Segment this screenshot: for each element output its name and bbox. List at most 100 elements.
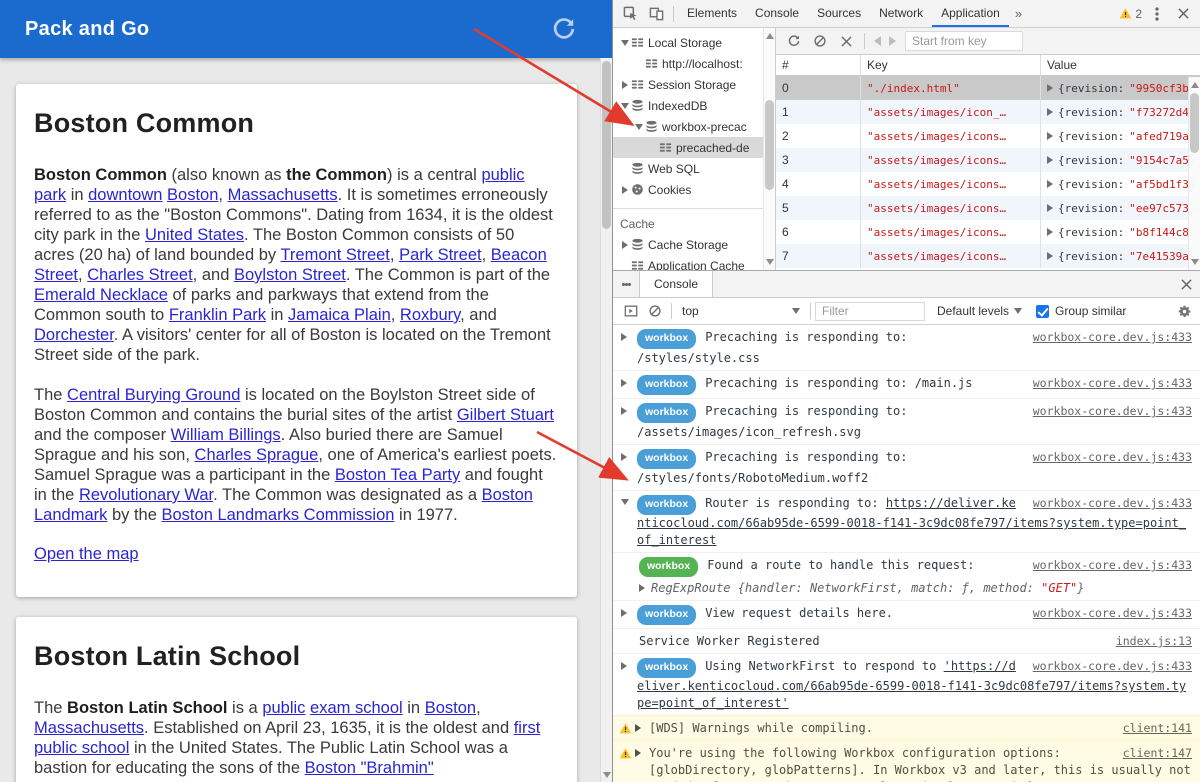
sidebar-item-web-sql[interactable]: Web SQL (613, 158, 775, 179)
refresh-icon[interactable] (550, 15, 578, 43)
expand-icon[interactable] (1047, 132, 1053, 140)
inline-link[interactable]: Emerald Necklace (34, 286, 168, 304)
column-header-value[interactable]: Value (1041, 55, 1200, 75)
inline-link[interactable]: Boston Landmarks Commission (162, 506, 395, 524)
refresh-icon[interactable] (782, 29, 806, 53)
inline-link[interactable]: downtown (88, 186, 162, 204)
tab-console[interactable]: Console (746, 0, 808, 27)
grid-row-6[interactable]: 6 "assets/images/icons… {revision: "b8f144… (776, 220, 1200, 244)
expand-icon[interactable] (621, 333, 627, 341)
inline-link[interactable]: Park Street (399, 246, 482, 264)
inline-link[interactable]: Charles Street (87, 266, 192, 284)
expand-icon[interactable] (635, 749, 641, 757)
expand-icon[interactable] (621, 609, 627, 617)
collapse-icon[interactable] (621, 102, 629, 109)
source-link[interactable]: workbox-core.dev.js:433 (1033, 449, 1192, 466)
source-link[interactable]: workbox-core.dev.js:433 (1033, 495, 1192, 512)
tab-sources[interactable]: Sources (808, 0, 870, 27)
inline-link[interactable]: exam school (310, 699, 403, 717)
scroll-up-arrow-icon[interactable] (1191, 82, 1199, 88)
expand-icon[interactable] (622, 185, 628, 194)
open-map-link[interactable]: Open the map (34, 545, 139, 564)
sidebar-item-local-storage[interactable]: Local Storage (613, 32, 775, 53)
warning-count-badge[interactable]: 2 (1119, 7, 1142, 21)
inline-link[interactable]: Massachusetts (34, 719, 144, 737)
expand-icon[interactable] (622, 80, 628, 89)
tab-elements[interactable]: Elements (678, 0, 746, 27)
more-tabs-icon[interactable]: » (1009, 6, 1028, 21)
inline-link[interactable]: Boston (167, 186, 218, 204)
inline-link[interactable]: public (262, 699, 305, 717)
grid-row-0[interactable]: 0 "./index.html" {revision: "9950cf3b4 (776, 76, 1200, 100)
column-header-key[interactable]: Key (861, 55, 1041, 75)
inline-link[interactable]: Roxbury (400, 306, 460, 324)
source-link[interactable]: workbox-core.dev.js:433 (1033, 403, 1192, 420)
tab-network[interactable]: Network (870, 0, 932, 27)
inline-link[interactable]: Boylston Street (234, 266, 346, 284)
inline-link[interactable]: Tremont Street (280, 246, 389, 264)
sidebar-item-cookies[interactable]: Cookies (613, 179, 775, 200)
expand-icon[interactable] (621, 379, 627, 387)
scrollbar-thumb[interactable] (765, 100, 774, 190)
previous-page-icon[interactable] (874, 36, 881, 46)
sidebar-item-precached-de[interactable]: precached-de (613, 137, 775, 158)
sidebar-item-http-localhost-[interactable]: http://localhost: (613, 53, 775, 74)
drawer-close-icon[interactable] (1172, 271, 1200, 297)
expand-icon[interactable] (1047, 84, 1053, 92)
expand-icon[interactable] (1047, 156, 1053, 164)
log-levels-dropdown[interactable]: Default levels (937, 304, 1023, 318)
scroll-down-arrow-icon[interactable] (1191, 259, 1199, 265)
object-preview[interactable]: RegExpRoute {handler: NetworkFirst, matc… (639, 580, 1192, 597)
console-filter-input[interactable] (815, 301, 925, 321)
clear-object-store-icon[interactable] (808, 29, 832, 53)
source-link[interactable]: client:147 (1123, 745, 1192, 762)
inline-link[interactable]: Dorchester (34, 326, 114, 344)
scrollbar-thumb[interactable] (1190, 93, 1199, 153)
expand-icon[interactable] (635, 724, 641, 732)
source-link[interactable]: index.js:13 (1116, 633, 1192, 650)
inline-link[interactable]: Franklin Park (169, 306, 266, 324)
console-drawer-tab[interactable]: Console (639, 271, 714, 297)
inline-link[interactable]: Boston "Brahmin" (305, 759, 434, 777)
inline-link[interactable]: Jamaica Plain (288, 306, 391, 324)
clear-console-icon[interactable] (643, 299, 667, 323)
inspect-element-icon[interactable] (617, 1, 643, 27)
inline-link[interactable]: Massachusetts (228, 186, 338, 204)
expand-icon[interactable] (1047, 252, 1053, 260)
console-settings-gear-icon[interactable] (1177, 304, 1192, 319)
expand-icon[interactable] (622, 240, 628, 249)
devtools-menu-icon[interactable] (1144, 1, 1170, 27)
collapse-icon[interactable] (635, 123, 643, 130)
column-header-index[interactable]: # (776, 55, 861, 75)
device-toolbar-icon[interactable] (643, 1, 669, 27)
page-scrollbar[interactable] (600, 58, 612, 782)
expand-icon[interactable] (1047, 108, 1053, 116)
start-from-key-input[interactable] (905, 31, 1023, 51)
javascript-context-dropdown[interactable]: top (676, 304, 806, 318)
expand-icon[interactable] (1047, 228, 1053, 236)
source-link[interactable]: client:141 (1123, 720, 1192, 737)
source-link[interactable]: workbox-core.dev.js:433 (1033, 658, 1192, 675)
grid-row-3[interactable]: 3 "assets/images/icons… {revision: "9154c7… (776, 148, 1200, 172)
devtools-close-icon[interactable] (1170, 1, 1196, 27)
inline-link[interactable]: Central Burying Ground (67, 386, 240, 404)
inline-link[interactable]: United States (145, 226, 244, 244)
grid-row-4[interactable]: 4 "assets/images/icons… {revision: "af5bd1… (776, 172, 1200, 196)
sidebar-item-application-cache[interactable]: Application Cache (613, 255, 775, 270)
inline-link[interactable]: Boston Tea Party (335, 466, 460, 484)
sidebar-scrollbar[interactable] (763, 28, 775, 270)
inline-link[interactable]: Revolutionary War (79, 486, 213, 504)
grid-row-2[interactable]: 2 "assets/images/icons… {revision: "afed71… (776, 124, 1200, 148)
expand-icon[interactable] (1047, 204, 1053, 212)
grid-row-7[interactable]: 7 "assets/images/icons… {revision: "7e4153… (776, 244, 1200, 268)
inline-link[interactable]: Charles Sprague (195, 446, 319, 464)
inline-link[interactable]: William Billings (171, 426, 281, 444)
grid-row-5[interactable]: 5 "assets/images/icons… {revision: "ee97c5… (776, 196, 1200, 220)
delete-selected-icon[interactable] (834, 29, 858, 53)
console-sidebar-toggle-icon[interactable] (619, 299, 643, 323)
grid-row-1[interactable]: 1 "assets/images/icon_… {revision: "f73272… (776, 100, 1200, 124)
drawer-menu-icon[interactable] (613, 271, 639, 297)
tab-application[interactable]: Application (932, 0, 1009, 27)
scrollbar-thumb[interactable] (602, 61, 611, 229)
inline-link[interactable]: Boston (425, 699, 476, 717)
